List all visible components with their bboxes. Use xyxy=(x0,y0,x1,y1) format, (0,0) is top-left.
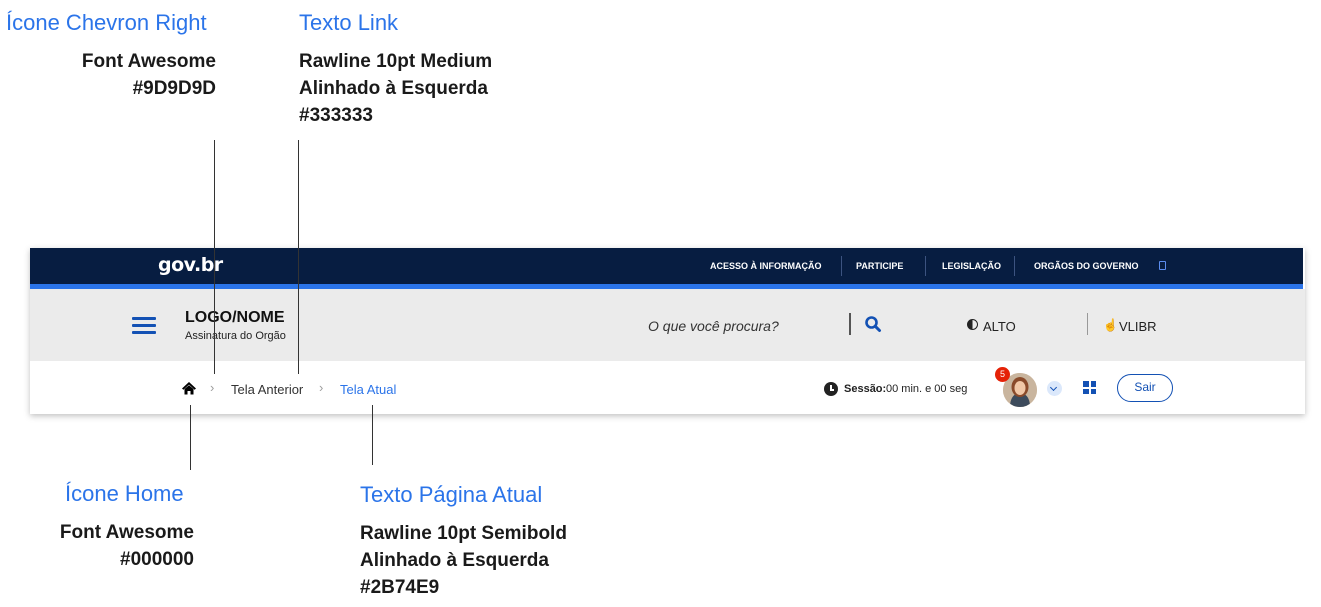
chevron-right-icon: › xyxy=(210,380,215,395)
tools-divider xyxy=(1087,313,1088,335)
annotation-leader-link xyxy=(298,140,299,374)
main-header: LOGO/NOME Assinatura do Orgão O que você… xyxy=(30,289,1305,361)
topnav-divider xyxy=(841,256,842,276)
annotation-line: #333333 xyxy=(299,105,373,126)
annotation-body-link: Rawline 10pt Medium Alinhado à Esquerda … xyxy=(299,48,492,129)
annotation-title-current: Texto Página Atual xyxy=(360,482,543,507)
annotation-line: Rawline 10pt Semibold xyxy=(360,523,567,544)
org-signature: Assinatura do Orgão xyxy=(185,330,286,342)
notification-badge: 5 xyxy=(995,367,1010,382)
topnav-link-participe[interactable]: PARTICIPE xyxy=(856,248,903,284)
annotation-title-home: Ícone Home xyxy=(65,481,184,506)
topnav-link-orgaos[interactable]: ORGÃOS DO GOVERNO xyxy=(1034,248,1139,284)
annotation-title-link: Texto Link xyxy=(299,10,399,35)
chevron-down-icon[interactable] xyxy=(1047,381,1062,396)
search-input[interactable]: O que você procura? xyxy=(648,318,779,334)
search-divider xyxy=(849,313,851,335)
annotation-body-home: Font Awesome #000000 xyxy=(14,519,194,573)
search-icon[interactable] xyxy=(864,315,882,333)
govbr-header-mockup: gov.br ACESSO À INFORMAÇÃO PARTICIPE LEG… xyxy=(30,248,1305,414)
annotation-title-chevron: Ícone Chevron Right xyxy=(6,10,207,35)
annotation-line: Rawline 10pt Medium xyxy=(299,51,493,72)
annotation-line: Font Awesome xyxy=(59,522,194,543)
contrast-toggle-icon[interactable] xyxy=(1159,261,1166,270)
annotation-leader-current xyxy=(372,405,373,465)
annotation-line: Alinhado à Esquerda xyxy=(299,78,488,99)
session-timer: 00 min. e 00 seg xyxy=(886,383,968,395)
annotation-line: #9D9D9D xyxy=(132,78,216,99)
annotation-line: #000000 xyxy=(120,549,194,570)
session-label: Sessão: xyxy=(844,383,887,395)
site-logo[interactable]: LOGO/NOME xyxy=(185,309,285,327)
annotation-leader-home xyxy=(190,405,191,470)
breadcrumb-current: Tela Atual xyxy=(340,382,397,397)
topnav-link-acesso[interactable]: ACESSO À INFORMAÇÃO xyxy=(710,248,822,284)
apps-grid-icon[interactable] xyxy=(1083,381,1096,394)
contrast-icon[interactable] xyxy=(967,319,978,330)
breadcrumb-link-previous[interactable]: Tela Anterior xyxy=(231,382,303,397)
govbr-logo[interactable]: gov.br xyxy=(158,254,223,276)
annotation-body-chevron: Font Awesome #9D9D9D xyxy=(40,48,216,102)
clock-icon xyxy=(824,382,838,396)
menu-icon[interactable] xyxy=(132,317,156,335)
breadcrumb: › Tela Anterior › Tela Atual Sessão: 00 … xyxy=(30,361,1305,414)
annotation-line: Alinhado à Esquerda xyxy=(360,550,549,571)
annotation-body-current: Rawline 10pt Semibold Alinhado à Esquerd… xyxy=(360,520,567,601)
topnav-divider xyxy=(1014,256,1015,276)
sign-language-icon[interactable]: ☝ xyxy=(1103,318,1118,332)
topnav-divider xyxy=(925,256,926,276)
top-bar: gov.br ACESSO À INFORMAÇÃO PARTICIPE LEG… xyxy=(30,248,1303,284)
logout-button[interactable]: Sair xyxy=(1117,374,1173,402)
topnav-link-legislacao[interactable]: LEGISLAÇÃO xyxy=(942,248,1001,284)
annotation-line: #2B74E9 xyxy=(360,577,440,598)
contrast-label[interactable]: ALTO xyxy=(983,319,1016,334)
annotation-leader-chevron xyxy=(214,140,215,374)
annotation-line: Font Awesome xyxy=(81,51,216,72)
chevron-right-icon: › xyxy=(319,380,324,395)
home-icon[interactable] xyxy=(181,381,197,395)
vlibras-label[interactable]: VLIBR xyxy=(1119,319,1157,334)
